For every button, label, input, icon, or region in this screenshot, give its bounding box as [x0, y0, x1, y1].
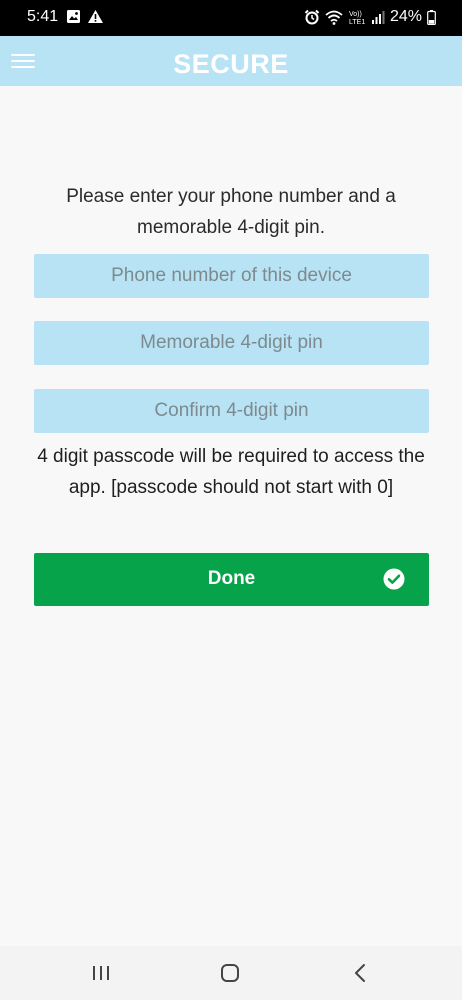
phone-number-input[interactable]: [34, 254, 429, 298]
volte-icon: Vo)) LTE1: [349, 11, 365, 25]
battery-icon: [427, 9, 436, 25]
status-left-icons: [66, 9, 104, 24]
recents-icon[interactable]: [89, 962, 113, 984]
done-label: Done: [207, 568, 256, 589]
pin-input[interactable]: [34, 321, 429, 365]
instruction-text: Please enter your phone number and a mem…: [66, 186, 396, 238]
app-bar: SECURE: [0, 36, 462, 86]
signal-icon: [371, 11, 385, 24]
battery-percentage: 24%: [389, 8, 422, 25]
screen: 5:41 Vo)) LTE1 24% SECURE Please enter y…: [0, 0, 462, 1000]
app-title: SECURE: [173, 49, 289, 79]
image-icon: [67, 10, 80, 23]
status-time: 5:41: [27, 8, 59, 25]
passcode-note: 4 digit passcode will be required to acc…: [37, 446, 425, 498]
svg-text:LTE1: LTE1: [349, 19, 365, 25]
check-circle-icon: [383, 568, 405, 590]
confirm-pin-input[interactable]: [34, 389, 429, 433]
navigation-bar: [0, 946, 462, 1000]
wifi-icon: [325, 10, 343, 25]
back-icon[interactable]: [349, 962, 373, 984]
done-button[interactable]: Done: [34, 553, 429, 606]
alarm-icon: [304, 9, 320, 25]
status-right-icons: Vo)) LTE1 24%: [304, 8, 436, 26]
warning-icon: [88, 10, 103, 23]
status-bar: 5:41 Vo)) LTE1 24%: [0, 0, 462, 36]
svg-text:Vo)): Vo)): [349, 11, 362, 18]
home-icon[interactable]: [218, 962, 242, 984]
